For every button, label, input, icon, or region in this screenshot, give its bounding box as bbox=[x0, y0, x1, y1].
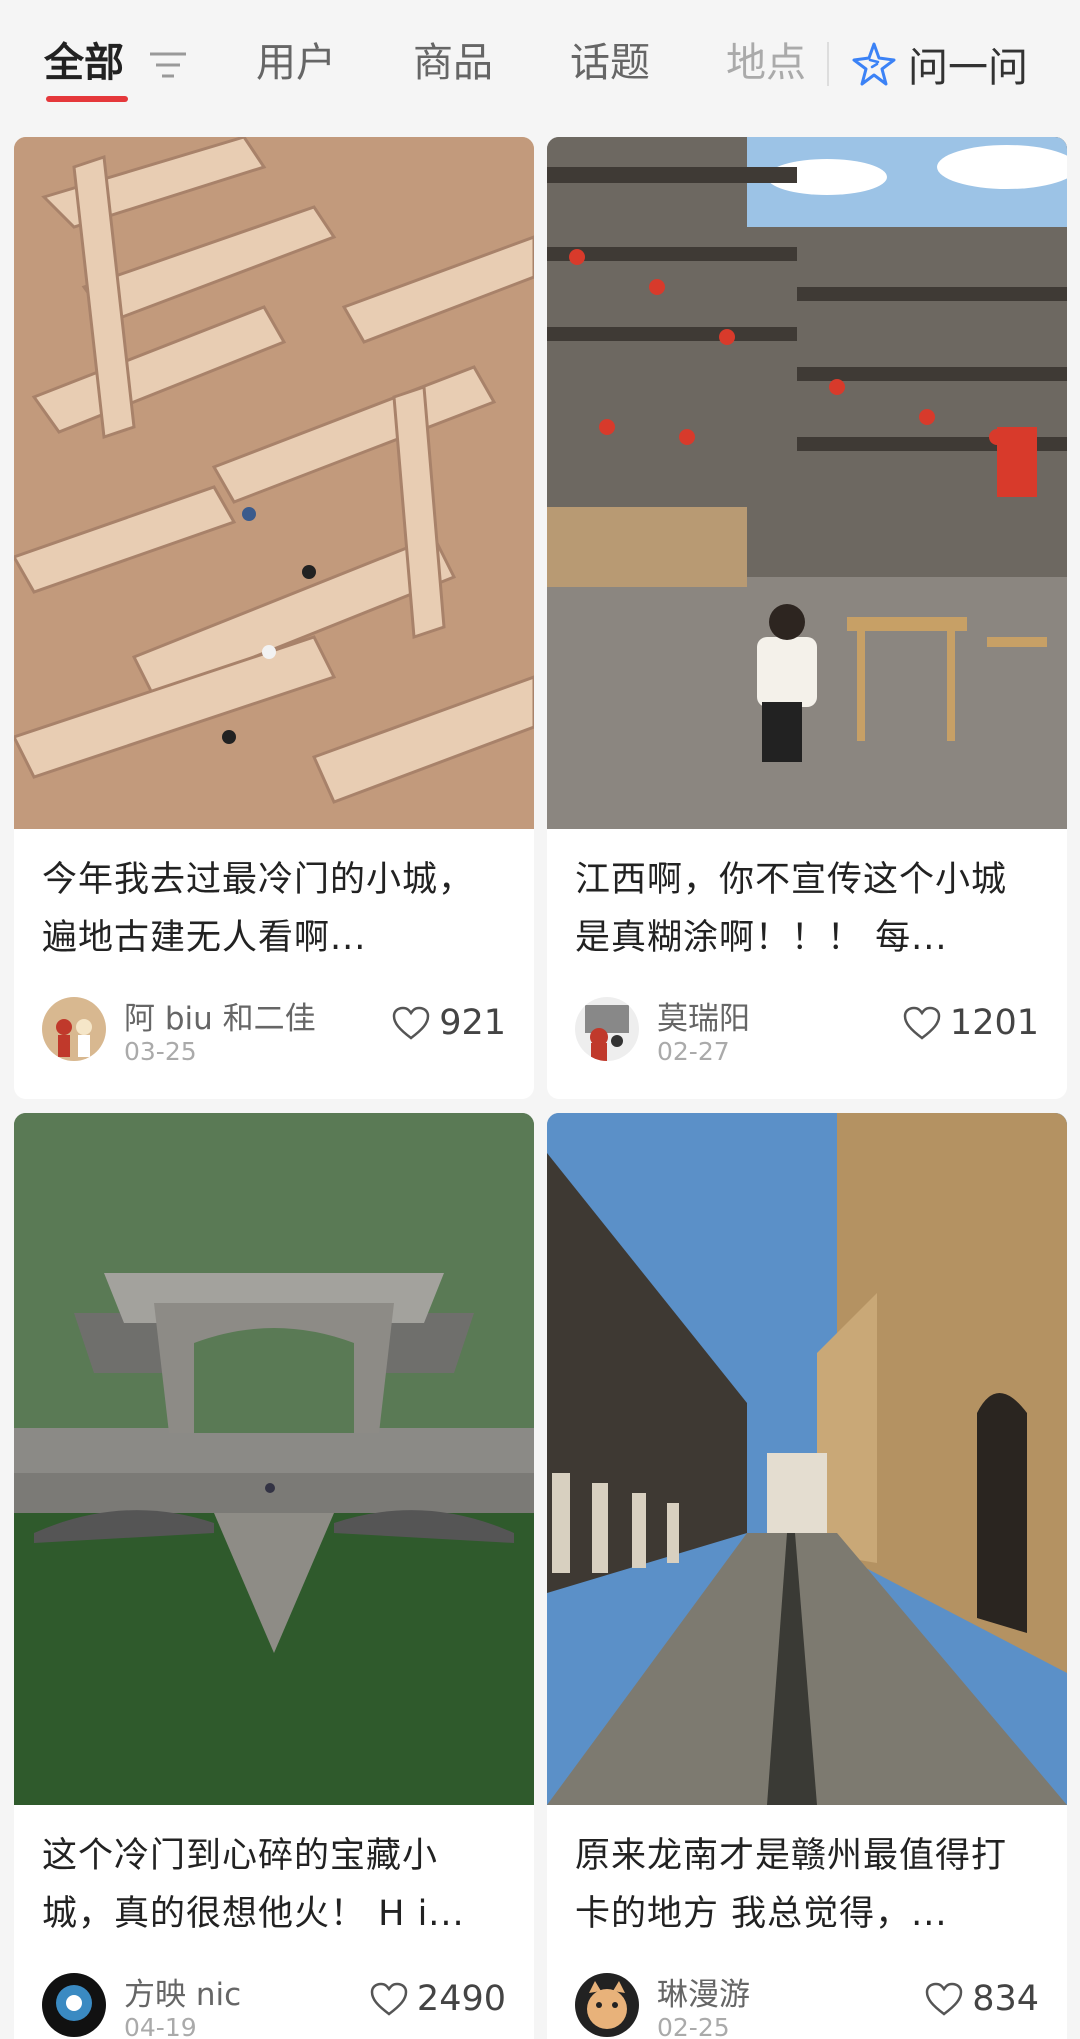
tab-products[interactable]: 商品 bbox=[413, 38, 493, 88]
heart-icon bbox=[903, 1006, 941, 1040]
tab-all[interactable]: 全部 bbox=[44, 38, 124, 88]
ask-button[interactable]: 问一问 bbox=[850, 36, 1028, 92]
like-button[interactable]: 834 bbox=[924, 1979, 1039, 2019]
like-button[interactable]: 921 bbox=[391, 1003, 506, 1043]
note-cover-image bbox=[547, 1113, 1067, 1805]
avatar[interactable] bbox=[575, 997, 639, 1061]
sparkle-icon bbox=[852, 42, 896, 86]
like-button[interactable]: 1201 bbox=[902, 1003, 1039, 1043]
heart-icon bbox=[925, 1982, 963, 2016]
note-card[interactable]: 江西啊，你不宣传这个小城是真糊涂啊！！！ 每... 莫瑞阳 02-27 1201 bbox=[547, 137, 1067, 1099]
author-name[interactable]: 阿 biu 和二佳 bbox=[124, 993, 316, 1038]
avatar[interactable] bbox=[42, 1973, 106, 2037]
ask-label: 问一问 bbox=[908, 45, 1028, 91]
heart-icon bbox=[392, 1006, 430, 1040]
like-button[interactable]: 2490 bbox=[369, 1979, 506, 2019]
tab-divider bbox=[827, 42, 829, 86]
note-title: 原来龙南才是赣州最值得打卡的地方 我总觉得，... bbox=[575, 1836, 1008, 1934]
note-cover-image bbox=[14, 137, 534, 829]
author-name[interactable]: 莫瑞阳 bbox=[657, 993, 750, 1038]
search-tabbar: 全部 用户 商品 话题 地点 问一问 bbox=[0, 0, 1080, 130]
note-cover-image bbox=[14, 1113, 534, 1805]
post-date: 02-27 bbox=[657, 1037, 730, 1066]
note-title: 这个冷门到心碎的宝藏小城，真的很想他火！ H i... bbox=[42, 1836, 465, 1934]
avatar[interactable] bbox=[575, 1973, 639, 2037]
heart-icon bbox=[370, 1982, 408, 2016]
filter-icon[interactable] bbox=[148, 50, 188, 80]
tab-topics[interactable]: 话题 bbox=[570, 38, 650, 88]
active-tab-indicator bbox=[46, 96, 128, 102]
avatar[interactable] bbox=[42, 997, 106, 1061]
note-card[interactable]: 原来龙南才是赣州最值得打卡的地方 我总觉得，... 琳漫游 02-25 834 bbox=[547, 1113, 1067, 2039]
post-date: 03-25 bbox=[124, 1037, 197, 1066]
tab-users[interactable]: 用户 bbox=[256, 38, 336, 88]
post-date: 02-25 bbox=[657, 2013, 730, 2039]
note-cover-image bbox=[547, 137, 1067, 829]
like-count: 834 bbox=[972, 1979, 1039, 2019]
like-count: 921 bbox=[439, 1003, 506, 1043]
note-card[interactable]: 这个冷门到心碎的宝藏小城，真的很想他火！ H i... 方映 nic 04-19… bbox=[14, 1113, 534, 2039]
like-count: 1201 bbox=[949, 1003, 1039, 1043]
note-title: 江西啊，你不宣传这个小城是真糊涂啊！！！ 每... bbox=[575, 860, 1008, 958]
note-card[interactable]: 今年我去过最冷门的小城，遍地古建无人看啊... 阿 biu 和二佳 03-25 … bbox=[14, 137, 534, 1099]
author-name[interactable]: 方映 nic bbox=[124, 1969, 241, 2014]
note-title: 今年我去过最冷门的小城，遍地古建无人看啊... bbox=[42, 860, 475, 958]
author-name[interactable]: 琳漫游 bbox=[657, 1969, 750, 2014]
post-date: 04-19 bbox=[124, 2013, 197, 2039]
tab-places[interactable]: 地点 bbox=[726, 38, 806, 88]
like-count: 2490 bbox=[416, 1979, 506, 2019]
